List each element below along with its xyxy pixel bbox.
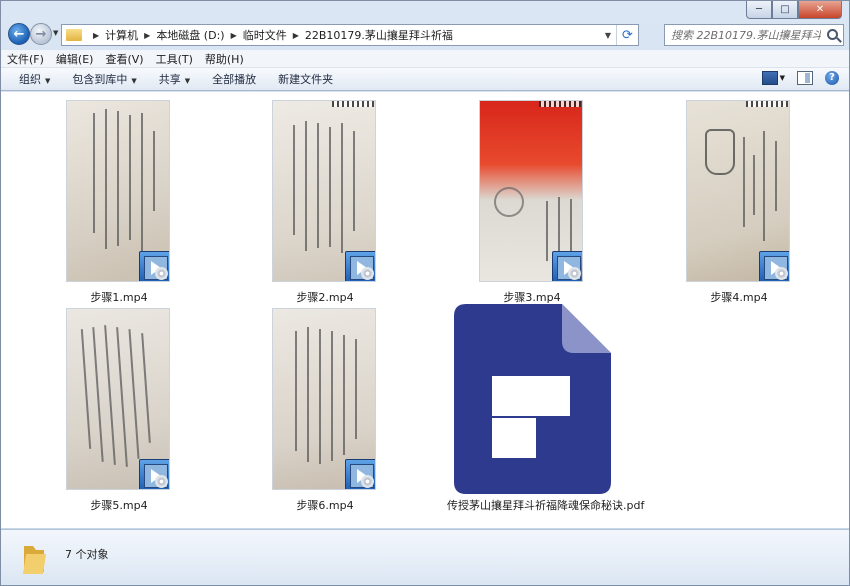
menu-tools[interactable]: 工具(T) [156,51,193,67]
view-controls: ▼ ? [750,71,839,85]
address-bar[interactable]: ▶ 计算机 ▶ 本地磁盘 (D:) ▶ 临时文件 ▶ 22B10179.茅山攘星… [61,24,639,46]
file-name: 传授茅山攘星拜斗祈福降魂保命秘诀.pdf [447,499,645,512]
video-play-icon [139,251,169,281]
menu-edit[interactable]: 编辑(E) [56,51,94,67]
play-all-button[interactable]: 全部播放 [212,71,256,87]
breadcrumb-temp-files[interactable]: 临时文件 [243,27,287,43]
new-folder-button[interactable]: 新建文件夹 [278,71,333,87]
chevron-right-icon[interactable]: ▶ [231,31,237,40]
include-in-library-button[interactable]: 包含到库中 ▼ [72,71,136,87]
filmstrip-icon [332,101,374,107]
maximize-button[interactable]: □ [772,1,798,19]
chevron-right-icon[interactable]: ▶ [293,31,299,40]
video-thumbnail [686,100,790,282]
video-play-icon [759,251,789,281]
arrow-right-icon: → [35,26,47,42]
breadcrumb-current-folder[interactable]: 22B10179.茅山攘星拜斗祈福 [305,27,453,43]
address-controls: ▼ ⟳ [600,25,638,45]
item-count: 7 个对象 [65,548,109,561]
file-name: 步骤1.mp4 [90,291,148,304]
share-label: 共享 [158,73,181,86]
pdf-document-icon [454,304,611,494]
close-button[interactable]: ✕ [798,1,842,19]
video-play-icon [345,459,375,489]
search-input[interactable] [671,28,821,42]
refresh-button[interactable]: ⟳ [616,25,638,45]
video-thumbnail [479,100,583,282]
organize-button[interactable]: 组织 ▼ [19,71,50,87]
video-thumbnail [272,100,376,282]
refresh-icon: ⟳ [622,27,633,43]
filmstrip-icon [539,101,581,107]
chevron-right-icon[interactable]: ▶ [93,31,99,40]
video-thumbnail [272,308,376,490]
status-bar: 7 个对象 [1,529,849,585]
file-name: 步骤2.mp4 [296,291,354,304]
chevron-down-icon: ▼ [45,77,51,85]
breadcrumb-computer[interactable]: 计算机 [105,27,138,43]
folder-icon [23,546,46,574]
file-name: 步骤5.mp4 [90,499,148,512]
file-list-area[interactable]: 步骤1.mp4 步骤2.mp4 步骤3.mp4 步骤4.mp4 步骤5.mp4 … [1,92,849,528]
back-button[interactable]: ← [8,23,30,45]
video-play-icon [139,459,169,489]
menu-file[interactable]: 文件(F) [7,51,44,67]
command-bar: 组织 ▼ 包含到库中 ▼ 共享 ▼ 全部播放 新建文件夹 ▼ ? [1,68,849,91]
chevron-right-icon[interactable]: ▶ [144,31,150,40]
breadcrumb-local-disk[interactable]: 本地磁盘 (D:) [156,27,224,43]
folder-icon [66,29,82,41]
help-icon[interactable]: ? [825,71,839,85]
explorer-window: ─ □ ✕ ← → ▼ ▶ 计算机 ▶ 本地磁盘 (D:) ▶ 临时文件 ▶ 2… [0,0,850,586]
file-name: 步骤3.mp4 [503,291,561,304]
search-box [664,24,844,46]
filmstrip-icon [746,101,788,107]
video-thumbnail [66,308,170,490]
file-name: 步骤6.mp4 [296,499,354,512]
video-play-icon [345,251,375,281]
forward-button[interactable]: → [30,23,52,45]
menu-view[interactable]: 查看(V) [105,51,143,67]
arrow-left-icon: ← [13,26,25,42]
include-in-library-label: 包含到库中 [72,73,128,86]
recent-pages-dropdown[interactable]: ▼ [53,29,58,37]
organize-label: 组织 [19,73,41,86]
change-view-icon[interactable] [761,71,778,85]
chevron-down-icon: ▼ [131,77,137,85]
share-button[interactable]: 共享 ▼ [159,71,190,87]
search-icon[interactable] [827,29,838,40]
preview-pane-icon[interactable] [797,71,813,85]
video-play-icon [552,251,582,281]
menu-bar: 文件(F) 编辑(E) 查看(V) 工具(T) 帮助(H) [1,50,849,68]
video-thumbnail [66,100,170,282]
caption-buttons: ─ □ ✕ [746,1,842,19]
file-name: 步骤4.mp4 [710,291,768,304]
chevron-down-icon: ▼ [184,77,191,85]
chevron-down-icon[interactable]: ▼ [600,31,616,40]
chevron-down-icon[interactable]: ▼ [780,74,785,82]
menu-help[interactable]: 帮助(H) [205,51,244,67]
navigation-row: ← → ▼ ▶ 计算机 ▶ 本地磁盘 (D:) ▶ 临时文件 ▶ 22B1017… [1,22,849,48]
minimize-button[interactable]: ─ [746,1,772,19]
